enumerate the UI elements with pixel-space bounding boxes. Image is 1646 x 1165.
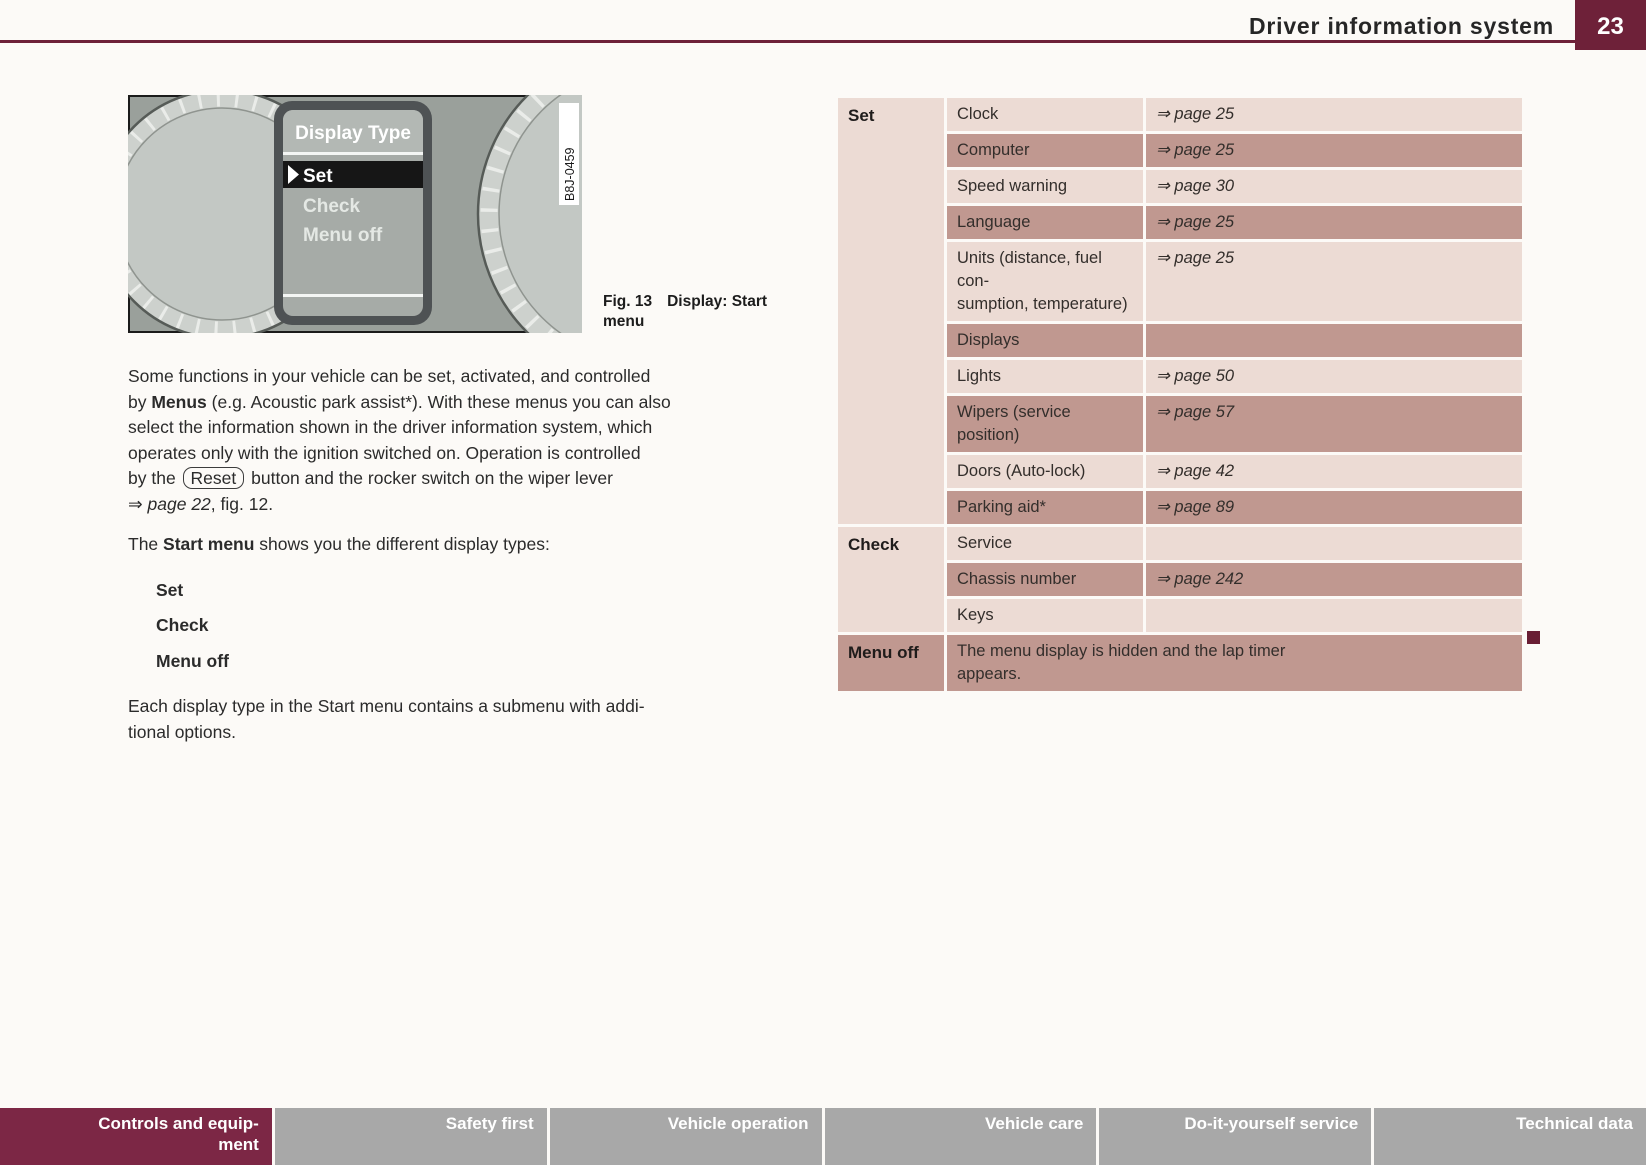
table-item-cell: Keys (947, 599, 1143, 632)
cross-reference[interactable]: page 22 (148, 494, 211, 514)
menus-bold: Menus (151, 392, 206, 412)
table-item-cell: Language (947, 206, 1143, 239)
paragraph-intro: Some functions in your vehicle can be se… (128, 364, 792, 517)
arrow-glyph: ⇒ (128, 494, 148, 514)
table-merged-cell: The menu display is hidden and the lap t… (947, 635, 1522, 691)
table-group-label: Menu off (838, 635, 944, 691)
paragraph-submenu: Each display type in the Start menu cont… (128, 694, 792, 745)
list-item-menu-off: Menu off (156, 649, 792, 675)
footer-tab[interactable]: Safety first (275, 1108, 547, 1165)
table-page-ref[interactable]: ⇒ page 30 (1146, 170, 1522, 203)
table-item-cell: Speed warning (947, 170, 1143, 203)
footer-tab[interactable]: Do-it-yourself service (1099, 1108, 1371, 1165)
footer-tab[interactable]: Technical data (1374, 1108, 1646, 1165)
reset-button-label: Reset (183, 467, 245, 489)
manual-page: Driver information system 23 (0, 0, 1646, 1165)
instrument-cluster-figure: Display Type Set Check Menu off B8J-0459 (128, 95, 582, 333)
table-item-cell: Units (distance, fuel con- sumption, tem… (947, 242, 1143, 321)
start-menu-bold: Start menu (163, 534, 254, 554)
list-item-set: Set (156, 578, 792, 604)
list-item-check: Check (156, 613, 792, 639)
figure-code-strip: B8J-0459 (559, 103, 579, 205)
table-item-cell: Computer (947, 134, 1143, 167)
table-page-ref[interactable]: ⇒ page 25 (1146, 98, 1522, 131)
footer-tab[interactable]: Vehicle care (825, 1108, 1097, 1165)
page-number-badge: 23 (1575, 0, 1646, 50)
table-item-cell: Displays (947, 324, 1143, 357)
figure-code: B8J-0459 (563, 147, 577, 201)
center-display: Display Type Set Check Menu off (274, 101, 432, 325)
cluster-illustration: Display Type Set Check Menu off B8J-0459 (128, 95, 582, 333)
header-rule (0, 40, 1646, 43)
table-item-cell: Parking aid* (947, 491, 1143, 524)
table-item-cell: Lights (947, 360, 1143, 393)
display-type-list: Set Check Menu off (156, 578, 792, 675)
table-item-cell: Wipers (service position) (947, 396, 1143, 452)
table-page-ref[interactable]: ⇒ page 50 (1146, 360, 1522, 393)
table-item-cell: Doors (Auto-lock) (947, 455, 1143, 488)
table-group-label: Set (838, 98, 944, 524)
table-page-ref[interactable]: ⇒ page 42 (1146, 455, 1522, 488)
paragraph-start-menu: The Start menu shows you the different d… (128, 532, 792, 558)
paragraph-text: , fig. 12. (211, 494, 273, 514)
display-item-set: Set (303, 166, 333, 187)
table-page-ref[interactable]: ⇒ page 25 (1146, 134, 1522, 167)
display-item-check: Check (303, 196, 360, 217)
table-page-ref (1146, 527, 1522, 560)
paragraph-text: button and the rocker switch on the wipe… (246, 468, 613, 488)
body-text-column: Some functions in your vehicle can be se… (128, 364, 792, 760)
figure-caption: Fig. 13Display: Start menu (603, 292, 808, 332)
footer-section-bar: Controls and equip- mentSafety firstVehi… (0, 1108, 1646, 1165)
footer-tab[interactable]: Controls and equip- ment (0, 1108, 272, 1165)
table-page-ref (1146, 599, 1522, 632)
footer-tab[interactable]: Vehicle operation (550, 1108, 822, 1165)
table-item-cell: Chassis number (947, 563, 1143, 596)
table-item-cell: Clock (947, 98, 1143, 131)
paragraph-text: shows you the different display types: (254, 534, 549, 554)
paragraph-text: The (128, 534, 163, 554)
table-item-cell: Service (947, 527, 1143, 560)
table-page-ref[interactable]: ⇒ page 25 (1146, 206, 1522, 239)
table-page-ref (1146, 324, 1522, 357)
display-item-menu-off: Menu off (303, 225, 383, 246)
page-title: Driver information system (1249, 13, 1554, 40)
figure-number: Fig. 13 (603, 293, 652, 310)
menu-table: SetClock⇒ page 25Computer⇒ page 25Speed … (838, 98, 1522, 691)
section-end-marker (1527, 631, 1540, 644)
table-group-label: Check (838, 527, 944, 632)
table-page-ref[interactable]: ⇒ page 242 (1146, 563, 1522, 596)
table-page-ref[interactable]: ⇒ page 57 (1146, 396, 1522, 452)
display-title: Display Type (295, 123, 411, 144)
table-page-ref[interactable]: ⇒ page 25 (1146, 242, 1522, 321)
table-page-ref[interactable]: ⇒ page 89 (1146, 491, 1522, 524)
